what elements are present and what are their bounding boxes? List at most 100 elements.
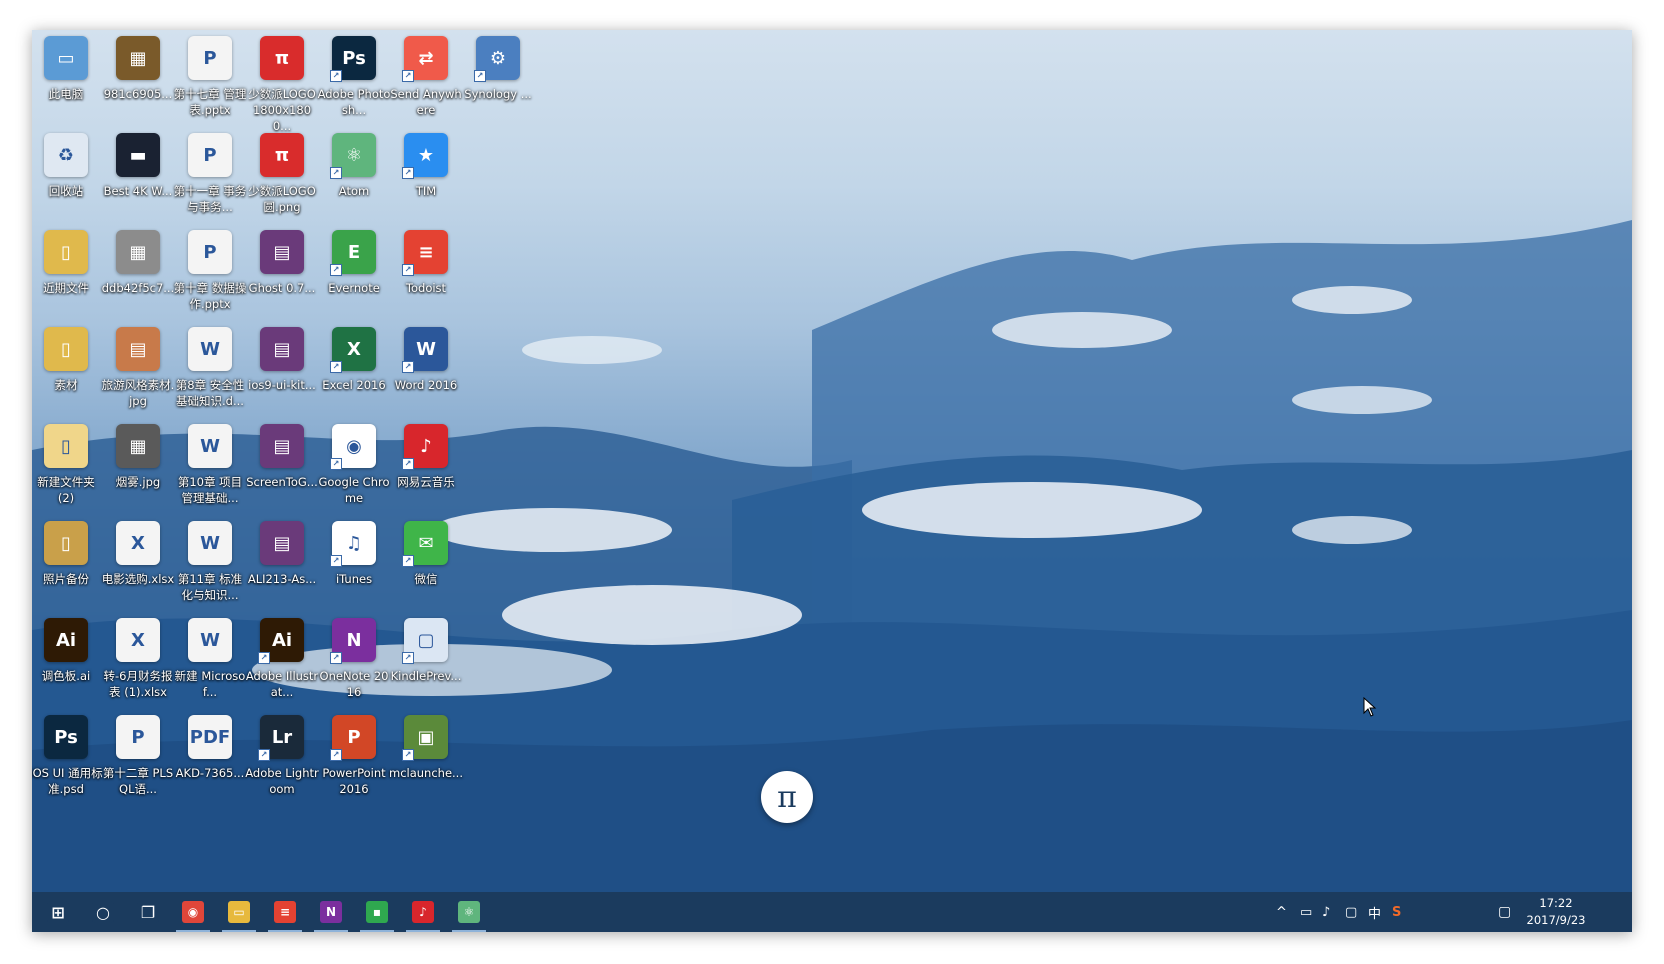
desktop-icon[interactable]: PDF AKD-7365... [173, 715, 247, 781]
desktop-icon[interactable]: ⚛ ↗ Atom [317, 133, 391, 199]
desktop-icon[interactable]: Ai ↗ Adobe Illustrat... [245, 618, 319, 700]
desktop-icon[interactable]: ▤ ScreenToG... [245, 424, 319, 490]
sspai-round-logo-icon: π [260, 133, 304, 177]
desktop-icon[interactable]: Ai 调色板.ai [32, 618, 103, 684]
desktop-icon[interactable]: X 电影选购.xlsx [101, 521, 175, 587]
desktop-icon[interactable]: P 第十章 数据操作.pptx [173, 230, 247, 312]
desktop-icon[interactable]: W 第11章 标准化与知识... [173, 521, 247, 603]
desktop-icon[interactable]: ⇄ ↗ Send Anywhere [389, 36, 463, 118]
onenote-icon: N ↗ [330, 618, 376, 664]
desktop-icon[interactable]: ♪ ↗ 网易云音乐 [389, 424, 463, 490]
desktop-icon[interactable]: Ps ↗ Adobe Photosh... [317, 36, 391, 118]
desktop-icon-label: Ghost 0.7... [248, 281, 316, 295]
psd-file-icon: Ps [44, 715, 88, 759]
desktop-icon[interactable]: ▯ 照片备份 [32, 521, 103, 587]
start-button[interactable]: ⊞ [37, 892, 79, 932]
taskbar-netease-music-icon: ♪ [412, 901, 434, 923]
taskbar-atom-icon: ⚛ [458, 901, 480, 923]
desktop-icon[interactable]: ✉ ↗ 微信 [389, 521, 463, 587]
desktop-icon[interactable]: P ↗ PowerPoint 2016 [317, 715, 391, 797]
desktop-icon[interactable]: P 第十七章 管理表.pptx [173, 36, 247, 118]
desktop-icon[interactable]: ♫ ↗ iTunes [317, 521, 391, 587]
desktop-icon-label: Google Chrome [318, 475, 390, 505]
desktop-icon-label: Send Anywhere [390, 87, 462, 117]
sogou-ime-icon[interactable]: S [1392, 892, 1410, 932]
taskbar-atom[interactable]: ⚛ [448, 892, 490, 932]
send-anywhere-icon: ⇄ ↗ [402, 36, 448, 82]
desktop-icon[interactable]: ≡ ↗ Todoist [389, 230, 463, 296]
cortana-search-button-icon: ○ [92, 901, 114, 923]
desktop-icon-label: 新建文件夹 (2) [37, 475, 95, 505]
desktop-icon[interactable]: ◉ ↗ Google Chrome [317, 424, 391, 506]
desktop-icon[interactable]: W 第10章 项目管理基础... [173, 424, 247, 506]
recycle-bin-icon: ♻ [44, 133, 88, 177]
taskbar-clock[interactable]: 17:22 2017/9/23 [1520, 895, 1592, 929]
desktop-icon[interactable]: ⚙ ↗ Synology ... [461, 36, 535, 102]
taskbar-chrome-icon: ◉ [182, 901, 204, 923]
task-view-button[interactable]: ❐ [127, 892, 169, 932]
battery-icon[interactable]: ▭ [1300, 892, 1318, 932]
taskbar-green-app[interactable]: ▪ [356, 892, 398, 932]
pptx-file-icon: P [116, 715, 160, 759]
shortcut-arrow-icon: ↗ [330, 361, 342, 373]
cortana-search-button[interactable]: ○ [82, 892, 124, 932]
taskbar-chrome[interactable]: ◉ [172, 892, 214, 932]
taskbar-onenote[interactable]: N [310, 892, 352, 932]
desktop-icon[interactable]: W ↗ Word 2016 [389, 327, 463, 393]
desktop-icon[interactable]: ▤ 旅游风格素材.jpg [101, 327, 175, 409]
network-icon[interactable]: ▢ [1345, 892, 1363, 932]
desktop-icon-label: 第10章 项目管理基础... [177, 475, 243, 505]
running-indicator [452, 930, 486, 932]
desktop-icon[interactable]: ▦ 981c6905... [101, 36, 175, 102]
taskbar-todoist[interactable]: ≡ [264, 892, 306, 932]
shortcut-arrow-icon: ↗ [474, 70, 486, 82]
atom-icon: ⚛ ↗ [330, 133, 376, 179]
desktop-icon-label: 素材 [54, 378, 78, 392]
desktop-icon[interactable]: π 少数派LOGO 1800x1800... [245, 36, 319, 134]
tray-chevron-icon[interactable]: ^ [1276, 892, 1292, 932]
desktop-icon[interactable]: ▯ 素材 [32, 327, 103, 393]
desktop-icon[interactable]: ▤ ios9-ui-kit... [245, 327, 319, 393]
computer-icon: ▭ [44, 36, 88, 80]
sspai-floating-button[interactable]: π [761, 771, 813, 823]
desktop-icon[interactable]: ▢ ↗ KindlePrev... [389, 618, 463, 684]
desktop-icon-label: 第十七章 管理表.pptx [173, 87, 247, 117]
desktop-icon[interactable]: ▣ ↗ mclaunche... [389, 715, 463, 781]
desktop-icon[interactable]: X 转-6月财务报表 (1).xlsx [101, 618, 175, 700]
taskbar-file-explorer[interactable]: ▭ [218, 892, 260, 932]
desktop-icon[interactable]: π 少数派LOGO 圆.png [245, 133, 319, 215]
running-indicator [268, 930, 302, 932]
desktop-icon[interactable]: ♻ 回收站 [32, 133, 103, 199]
desktop-icon[interactable]: Ps iOS UI 通用标准.psd [32, 715, 103, 797]
desktop-icon-label: OneNote 2016 [319, 669, 389, 699]
desktop-icon[interactable]: X ↗ Excel 2016 [317, 327, 391, 393]
desktop-icon[interactable]: ▦ 烟雾.jpg [101, 424, 175, 490]
illustrator-icon: Ai ↗ [258, 618, 304, 664]
desktop-icon[interactable]: W 第8章 安全性基础知识.d... [173, 327, 247, 409]
desktop-icon[interactable]: E ↗ Evernote [317, 230, 391, 296]
shortcut-arrow-icon: ↗ [330, 458, 342, 470]
pptx-file-icon: P [188, 230, 232, 274]
desktop-icon[interactable]: ▦ ddb42f5c7... [101, 230, 175, 296]
desktop-icon[interactable]: P 第十二章 PLSQL语... [101, 715, 175, 797]
desktop-icon-label: mclaunche... [389, 766, 463, 780]
desktop-icon-label: 第8章 安全性基础知识.d... [175, 378, 245, 408]
desktop-icon[interactable]: Lr ↗ Adobe Lightroom [245, 715, 319, 797]
desktop-icon[interactable]: ▬ Best 4K W... [101, 133, 175, 199]
evernote-icon: E ↗ [330, 230, 376, 276]
shortcut-arrow-icon: ↗ [330, 555, 342, 567]
ime-indicator[interactable]: 中 [1368, 892, 1386, 932]
desktop-icon[interactable]: ▤ Ghost 0.7... [245, 230, 319, 296]
volume-icon[interactable]: ♪ [1322, 892, 1340, 932]
action-center-icon[interactable]: ▢ [1498, 892, 1518, 932]
desktop-icon[interactable]: ▭ 此电脑 [32, 36, 103, 102]
desktop-icon[interactable]: ▯ 近期文件 [32, 230, 103, 296]
desktop-icon[interactable]: ▯ 新建文件夹 (2) [32, 424, 103, 506]
word-file-icon: W [188, 618, 232, 662]
desktop-icon[interactable]: P 第十一章 事务与事务... [173, 133, 247, 215]
desktop-icon[interactable]: N ↗ OneNote 2016 [317, 618, 391, 700]
desktop-icon[interactable]: W 新建 Microsof... [173, 618, 247, 700]
desktop-icon[interactable]: ★ ↗ TIM [389, 133, 463, 199]
taskbar-netease-music[interactable]: ♪ [402, 892, 444, 932]
desktop-icon[interactable]: ▤ ALI213-As... [245, 521, 319, 587]
